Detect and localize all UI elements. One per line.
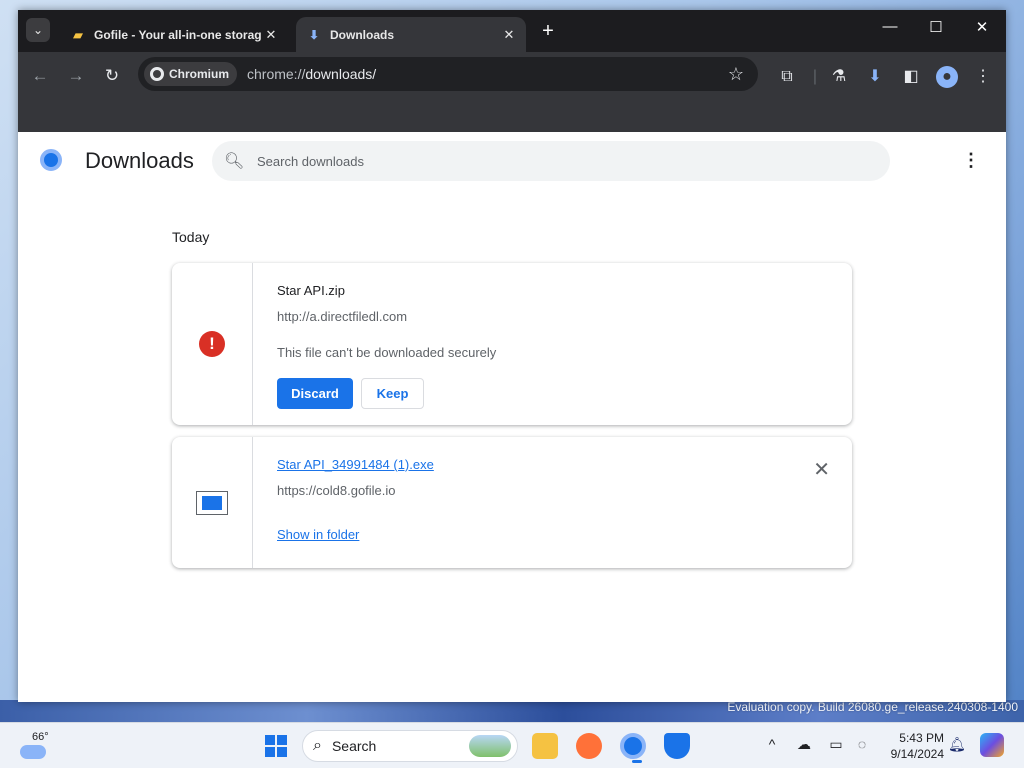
url-scheme: chrome:// [247, 66, 306, 82]
reload-button[interactable]: ↻ [100, 64, 124, 88]
windows-logo-pane [265, 747, 275, 757]
file-name: Star API.zip [277, 283, 345, 298]
evaluation-watermark: Evaluation copy. Build 26080.ge_release.… [727, 700, 1018, 714]
file-name-link[interactable]: Star API_34991484 (1).exe [277, 457, 434, 472]
display-icon[interactable]: ▭ [826, 736, 846, 753]
reload-icon: ↻ [104, 66, 120, 85]
search-downloads-box[interactable]: 🔍︎ [212, 141, 890, 181]
taskbar: 66° ⌕ Search ^ ☁ ▭ ◌ 5:43 PM 9/14/2024 🔔… [0, 722, 1024, 768]
desktop-edge [0, 0, 18, 722]
notification-bell-icon[interactable]: 🔔︎ [948, 736, 966, 753]
tab-gofile[interactable]: ▰ Gofile - Your all-in-one storage ✕ [60, 17, 288, 52]
file-source-url: http://a.directfiledl.com [277, 309, 408, 324]
back-arrow-icon: ← [31, 66, 49, 85]
labs-flask-icon[interactable]: ⚗ [828, 66, 850, 88]
tab-strip: ⌄ ▰ Gofile - Your all-in-one storage ✕ ⬇… [18, 10, 1006, 52]
downloads-toolbar-icon[interactable]: ⬇ [864, 66, 886, 88]
windows-logo-pane [277, 747, 287, 757]
chrome-logo-icon [40, 149, 62, 171]
profile-avatar-icon[interactable]: ● [936, 66, 958, 88]
date-section-label: Today [172, 229, 210, 245]
menu-kebab-icon[interactable]: ⋮ [972, 66, 994, 88]
network-icon[interactable]: ◌ [852, 736, 872, 752]
cloud-offline-icon[interactable]: ☁ [794, 736, 814, 753]
forward-arrow-icon: → [67, 66, 85, 85]
item-icon-column [172, 437, 253, 568]
start-button[interactable] [265, 735, 287, 757]
chevron-down-icon: ⌄ [32, 23, 44, 37]
file-source-url: https://cold8.gofile.io [277, 483, 396, 498]
chromium-icon [150, 67, 164, 81]
site-info-chip[interactable]: Chromium [144, 62, 237, 86]
windows-logo-pane [265, 735, 275, 745]
download-icon: ⬇ [308, 27, 320, 42]
maximize-button[interactable]: ☐ [924, 18, 948, 36]
tab-downloads[interactable]: ⬇ Downloads ✕ [296, 17, 526, 52]
back-button[interactable]: ← [28, 64, 52, 88]
taskbar-search[interactable]: ⌕ Search [302, 730, 518, 762]
search-icon: ⌕ [313, 737, 322, 754]
search-input[interactable] [257, 153, 857, 169]
search-icon: 🔍︎ [224, 153, 245, 170]
extensions-icon[interactable]: ⧉ [776, 66, 798, 88]
error-icon: ! [199, 331, 225, 357]
tab-title: Downloads [330, 27, 395, 42]
chip-label: Chromium [169, 67, 229, 81]
exe-file-icon [196, 491, 228, 515]
page-menu-kebab-icon[interactable]: ⋮ [962, 150, 980, 171]
cloud-icon [20, 745, 46, 759]
tab-close-icon[interactable]: ✕ [262, 27, 280, 43]
tab-close-icon[interactable]: ✕ [500, 27, 518, 43]
browser-window: ⌄ ▰ Gofile - Your all-in-one storage ✕ ⬇… [18, 10, 1006, 702]
bookmark-star-icon[interactable]: ☆ [728, 64, 744, 85]
firefox-icon[interactable] [576, 733, 602, 759]
insecure-warning-text: This file can't be downloaded securely [277, 345, 497, 360]
item-icon-column: ! [172, 263, 253, 425]
page-title: Downloads [85, 148, 194, 173]
minimize-button[interactable]: — [878, 18, 902, 35]
tab-search-button[interactable]: ⌄ [26, 18, 50, 42]
tab-title: Gofile - Your all-in-one storage [94, 27, 262, 42]
new-tab-button[interactable]: + [538, 20, 558, 43]
download-item-complete: Star API_34991484 (1).exe https://cold8.… [172, 437, 852, 568]
tray-overflow-chevron-icon[interactable]: ^ [762, 736, 782, 752]
download-item-insecure: ! Star API.zip http://a.directfiledl.com… [172, 263, 852, 425]
clock-date: 9/14/2024 [890, 747, 944, 761]
browser-toolbar: ← → ↻ Chromium chrome://downloads/ ☆ ⧉ |… [18, 52, 1006, 132]
remove-item-close-icon[interactable]: ✕ [813, 457, 830, 482]
toolbar-divider: | [812, 68, 818, 85]
file-explorer-icon[interactable] [532, 733, 558, 759]
show-in-folder-link[interactable]: Show in folder [277, 527, 359, 542]
gofile-icon: ▰ [73, 27, 83, 42]
taskbar-search-label: Search [331, 738, 377, 754]
url-text[interactable]: chrome://downloads/ [247, 66, 728, 82]
clock[interactable]: 5:43 PM 9/14/2024 [884, 730, 944, 762]
clock-time: 5:43 PM [899, 731, 944, 745]
downloads-page: Downloads 🔍︎ ⋮ Today ! Star API.zip http… [18, 132, 1006, 702]
forward-button[interactable]: → [64, 64, 88, 88]
weather-temp: 66° [32, 731, 49, 743]
copilot-icon[interactable] [980, 733, 1004, 757]
close-window-button[interactable]: ✕ [970, 18, 994, 36]
defender-shield-icon[interactable] [664, 733, 690, 759]
discard-button[interactable]: Discard [277, 378, 353, 409]
chromium-taskbar-icon[interactable] [620, 733, 646, 763]
windows-logo-pane [277, 735, 287, 745]
search-highlight-art-icon [469, 735, 511, 757]
address-bar[interactable]: Chromium chrome://downloads/ ☆ [138, 57, 758, 91]
side-panel-icon[interactable]: ◧ [900, 66, 922, 88]
url-path: downloads/ [305, 66, 377, 82]
keep-button[interactable]: Keep [361, 378, 424, 409]
